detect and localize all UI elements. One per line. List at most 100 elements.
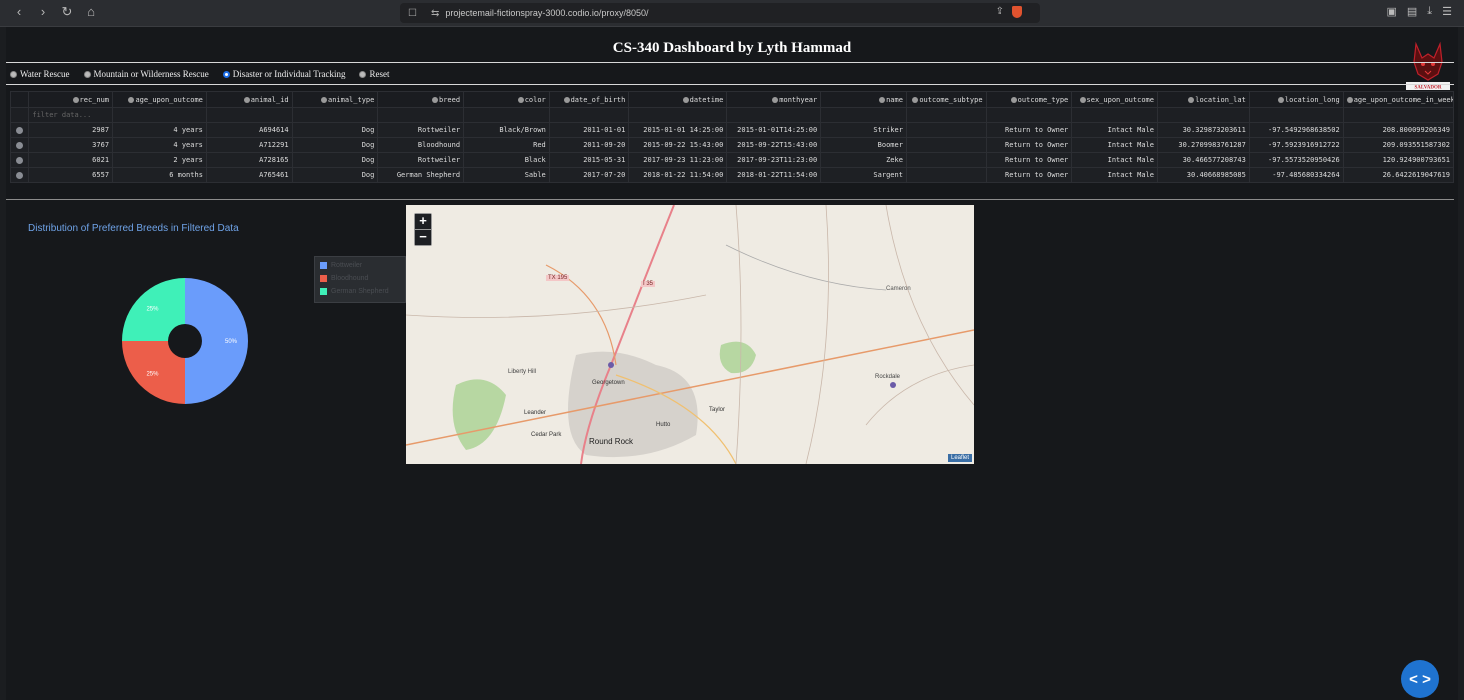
table-cell[interactable]: Rottweiler [377, 122, 465, 138]
radio-button[interactable] [83, 70, 91, 78]
table-cell[interactable]: Dog [291, 152, 379, 168]
row-radio-button[interactable] [16, 126, 24, 134]
filter-input[interactable] [548, 107, 630, 123]
bookmark-icon[interactable]: ☐ [408, 8, 417, 19]
table-cell[interactable] [905, 122, 987, 138]
column-header[interactable]: location_lat [1156, 91, 1250, 108]
table-cell[interactable]: Sargent [820, 167, 907, 183]
radio-reset[interactable]: Reset [359, 69, 389, 79]
download-icon[interactable]: ⤓ [1427, 5, 1432, 18]
filter-input[interactable] [1156, 107, 1250, 123]
sort-icon[interactable] [879, 96, 886, 103]
filter-input[interactable] [726, 107, 822, 123]
zoom-in-button[interactable]: + [415, 214, 431, 230]
filter-input[interactable] [205, 107, 293, 123]
radio-mountain-rescue[interactable]: Mountain or Wilderness Rescue [83, 69, 209, 79]
table-cell[interactable] [905, 167, 987, 183]
column-header[interactable]: rec_num [28, 91, 114, 108]
table-cell[interactable]: 2 years [112, 152, 207, 168]
filter-input[interactable] [1071, 107, 1158, 123]
sort-icon[interactable] [128, 96, 135, 103]
table-cell[interactable]: 2018-01-22T11:54:00 [726, 167, 822, 183]
table-cell[interactable]: 30.2709983761287 [1156, 137, 1250, 153]
table-cell[interactable]: Intact Male [1071, 137, 1158, 153]
column-header[interactable]: breed [377, 91, 465, 108]
row-select-cell[interactable] [9, 122, 30, 138]
table-cell[interactable] [905, 137, 987, 153]
table-cell[interactable]: Return to Owner [985, 152, 1073, 168]
table-cell[interactable]: Dog [291, 122, 379, 138]
table-cell[interactable]: 2018-01-22 11:54:00 [628, 167, 728, 183]
legend-item[interactable]: Rottweiler [320, 260, 400, 270]
menu-icon[interactable]: ☰ [1442, 5, 1452, 18]
forward-icon[interactable]: › [36, 4, 50, 20]
sort-icon[interactable] [320, 96, 327, 103]
code-toggle-button[interactable]: < > [1401, 660, 1439, 698]
map-panel[interactable]: TX 195 I 35 Cameron Liberty Hill Georget… [406, 205, 974, 464]
leaflet-attribution[interactable]: Leaflet [947, 454, 972, 462]
table-cell[interactable]: Return to Owner [985, 167, 1073, 183]
sort-icon[interactable] [72, 96, 79, 103]
row-select-cell[interactable] [9, 137, 30, 153]
table-cell[interactable]: -97.5492968638502 [1248, 122, 1344, 138]
table-cell[interactable]: 2011-09-20 [548, 137, 630, 153]
address-bar[interactable]: ☐ ⇆ projectemail-fictionspray-3000.codio… [400, 3, 1040, 23]
sort-icon[interactable] [243, 96, 250, 103]
filter-input[interactable] [1248, 107, 1344, 123]
table-cell[interactable]: Striker [820, 122, 907, 138]
table-cell[interactable]: 6557 [28, 167, 114, 183]
table-cell[interactable]: Intact Male [1071, 152, 1158, 168]
table-cell[interactable]: Bloodhound [377, 137, 465, 153]
sort-icon[interactable] [1079, 96, 1086, 103]
table-row[interactable]: 6021 2 years A728165 Dog Rottweiler Black 2015… [9, 152, 1455, 168]
filter-input[interactable] [291, 107, 379, 123]
filter-input[interactable] [985, 107, 1073, 123]
table-cell[interactable]: Black/Brown [463, 122, 550, 138]
table-cell[interactable]: Rottweiler [377, 152, 465, 168]
map-background[interactable] [406, 205, 974, 464]
table-cell[interactable]: 2017-09-23 11:23:00 [628, 152, 728, 168]
sort-icon[interactable] [912, 96, 919, 103]
table-row[interactable]: 3767 4 years A712291 Dog Bloodhound Red 2011-0… [9, 137, 1455, 153]
filter-input[interactable] [905, 107, 987, 123]
column-header[interactable]: age_upon_outcome_in_weeks [1342, 91, 1455, 108]
table-cell[interactable]: 6021 [28, 152, 114, 168]
sort-icon[interactable] [563, 96, 570, 103]
column-header[interactable]: sex_upon_outcome [1071, 91, 1158, 108]
table-cell[interactable]: Boomer [820, 137, 907, 153]
table-cell[interactable]: 30.40668985085 [1156, 167, 1250, 183]
sort-icon[interactable] [1010, 96, 1017, 103]
table-cell[interactable]: Dog [291, 167, 379, 183]
site-info-icon[interactable]: ⇆ [431, 8, 439, 19]
table-cell[interactable]: Dog [291, 137, 379, 153]
sort-icon[interactable] [682, 96, 689, 103]
column-header[interactable]: monthyear [726, 91, 822, 108]
share-icon[interactable]: ⇪ [996, 6, 1004, 18]
column-header[interactable]: age_upon_outcome [112, 91, 207, 108]
table-cell[interactable]: 2017-07-20 [548, 167, 630, 183]
table-cell[interactable]: Return to Owner [985, 137, 1073, 153]
table-cell[interactable] [905, 152, 987, 168]
table-cell[interactable]: 209.093551587302 [1342, 137, 1455, 153]
filter-input[interactable] [377, 107, 465, 123]
filter-input[interactable]: filter data... [28, 107, 114, 123]
legend-item[interactable]: German Shepherd [320, 286, 400, 296]
column-header[interactable]: location_long [1248, 91, 1344, 108]
table-cell[interactable]: Intact Male [1071, 122, 1158, 138]
table-cell[interactable]: A694614 [205, 122, 293, 138]
reload-icon[interactable]: ↻ [60, 4, 74, 20]
table-cell[interactable]: German Shepherd [377, 167, 465, 183]
brave-shield-icon[interactable] [1012, 6, 1022, 18]
sort-icon[interactable] [1346, 96, 1353, 103]
legend-item[interactable]: Bloodhound [320, 273, 400, 283]
row-radio-button[interactable] [16, 156, 24, 164]
table-cell[interactable]: 4 years [112, 137, 207, 153]
table-cell[interactable]: 2987 [28, 122, 114, 138]
sort-icon[interactable] [517, 96, 524, 103]
filter-input[interactable] [463, 107, 550, 123]
column-header[interactable]: datetime [628, 91, 728, 108]
table-cell[interactable]: 4 years [112, 122, 207, 138]
column-header[interactable]: color [463, 91, 550, 108]
sidebar-icon[interactable]: ▣ [1386, 5, 1396, 18]
back-icon[interactable]: ‹ [12, 4, 26, 20]
